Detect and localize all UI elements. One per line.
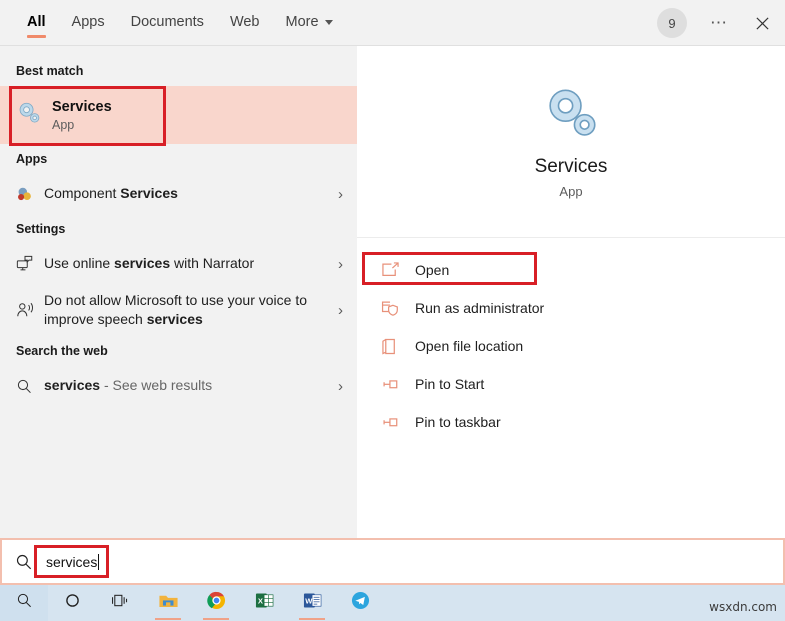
results-column: Best match Services App Apps Component S… (0, 46, 357, 538)
list-item-speech-services[interactable]: Do not allow Microsoft to use your voice… (0, 284, 357, 336)
svg-text:X: X (257, 597, 262, 606)
running-indicator (203, 618, 229, 620)
avatar[interactable]: 9 (657, 8, 687, 38)
chevron-right-icon: › (338, 185, 343, 203)
excel-icon: X (255, 591, 274, 615)
chrome-icon (206, 591, 226, 615)
best-match-title: Services (52, 98, 112, 115)
tab-label: Web (229, 14, 260, 30)
search-the-web-header: Search the web (16, 344, 108, 358)
action-label: Open (415, 262, 450, 278)
gears-icon (549, 89, 596, 136)
taskbar-telegram[interactable] (336, 585, 384, 621)
action-open-file-location[interactable]: Open file location (357, 330, 785, 362)
taskbar-cortana[interactable] (48, 585, 96, 621)
search-icon (16, 592, 33, 614)
action-label: Run as administrator (415, 300, 545, 316)
tab-label: All (27, 14, 46, 30)
list-item-label: Do not allow Microsoft to use your voice… (44, 292, 308, 327)
close-button[interactable] (739, 0, 785, 46)
tab-more[interactable]: More (273, 0, 346, 46)
close-icon (755, 16, 769, 30)
tab-documents[interactable]: Documents (118, 0, 217, 46)
best-match-header: Best match (16, 64, 84, 78)
search-icon (2, 553, 46, 571)
active-tab-indicator (27, 35, 46, 38)
tab-bar: All Apps Documents Web More 9 ⋯ (0, 0, 785, 46)
tab-label: More (285, 14, 319, 30)
list-item-web-result[interactable]: services - See web results › (0, 366, 357, 406)
search-input[interactable]: services (46, 553, 100, 570)
text-cursor (98, 553, 100, 570)
taskbar-excel[interactable]: X (240, 585, 288, 621)
action-label: Open file location (415, 338, 524, 354)
more-options-button[interactable]: ⋯ (705, 0, 733, 46)
running-indicator (299, 618, 325, 620)
screen: All Apps Documents Web More 9 ⋯ Best match (0, 0, 785, 621)
settings-header: Settings (16, 222, 66, 236)
action-open[interactable]: Open (357, 254, 785, 286)
pin-icon (381, 414, 415, 431)
best-match-subtitle: App (52, 117, 75, 132)
chevron-right-icon: › (338, 377, 343, 395)
preview-subtitle: App (559, 184, 583, 199)
taskbar-search[interactable] (0, 585, 48, 621)
tab-list: All Apps Documents Web More (14, 0, 346, 46)
action-label: Pin to taskbar (415, 414, 501, 430)
tab-web[interactable]: Web (217, 0, 273, 46)
avatar-badge-label: 9 (668, 15, 676, 31)
cortana-circle-icon (64, 592, 81, 614)
component-services-icon (16, 186, 44, 203)
voice-person-icon (16, 301, 44, 319)
preview-column: Services App Open Run as administrator Ope… (357, 46, 785, 538)
svg-text:W: W (305, 597, 313, 606)
list-item-label: services - See web results (44, 377, 213, 394)
action-pin-to-taskbar[interactable]: Pin to taskbar (357, 406, 785, 438)
action-pin-to-start[interactable]: Pin to Start (357, 368, 785, 400)
shield-admin-icon (381, 300, 415, 317)
tab-label: Apps (71, 14, 105, 30)
apps-header: Apps (16, 152, 48, 166)
telegram-icon (351, 591, 370, 615)
search-bar[interactable]: services (0, 538, 785, 585)
folder-icon (158, 592, 179, 615)
taskbar-word[interactable]: W (288, 585, 336, 621)
best-match-result[interactable]: Services App (0, 86, 357, 144)
list-item-component-services[interactable]: Component Services › (0, 174, 357, 214)
taskbar-file-explorer[interactable] (144, 585, 192, 621)
running-indicator (155, 618, 181, 620)
action-list: Open Run as administrator Open file locati… (357, 238, 785, 438)
search-input-value: services (46, 553, 98, 570)
gears-icon (16, 100, 52, 131)
search-icon (16, 378, 44, 395)
window-controls: 9 ⋯ (657, 0, 785, 46)
open-window-icon (381, 261, 415, 279)
action-run-as-administrator[interactable]: Run as administrator (357, 292, 785, 324)
action-label: Pin to Start (415, 376, 485, 392)
search-flyout: All Apps Documents Web More 9 ⋯ Best match (0, 0, 785, 538)
taskbar-task-view[interactable] (96, 585, 144, 621)
tab-all[interactable]: All (14, 0, 59, 46)
taskbar: XW (0, 585, 785, 621)
preview-title: Services (534, 156, 608, 177)
list-item-narrator-online-services[interactable]: Use online services with Narrator › (0, 244, 357, 284)
chevron-right-icon: › (338, 301, 343, 319)
watermark: wsxdn.com (709, 600, 777, 614)
taskbar-chrome[interactable] (192, 585, 240, 621)
folder-location-icon (381, 338, 415, 355)
chevron-right-icon: › (338, 255, 343, 273)
preview-header: Services App (357, 46, 785, 238)
task-view-icon (111, 592, 130, 614)
ellipsis-icon: ⋯ (710, 13, 728, 32)
chevron-down-icon (324, 19, 333, 25)
list-item-label: Use online services with Narrator (44, 255, 255, 272)
narrator-monitor-icon (16, 255, 44, 273)
word-icon: W (303, 591, 322, 615)
tab-label: Documents (130, 14, 204, 30)
pin-icon (381, 376, 415, 393)
tab-apps[interactable]: Apps (59, 0, 118, 46)
list-item-label: Component Services (44, 185, 178, 202)
